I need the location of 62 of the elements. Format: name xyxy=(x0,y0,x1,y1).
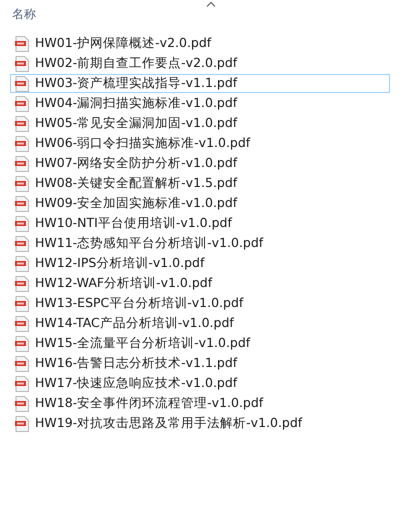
pdf-file-icon xyxy=(15,416,29,432)
file-row[interactable]: HW01-护网保障概述-v2.0.pdf xyxy=(10,34,390,53)
file-name: HW16-告警日志分析技术-v1.1.pdf xyxy=(35,355,238,372)
pdf-file-icon xyxy=(15,196,29,212)
file-name: HW04-漏洞扫描实施标准-v1.0.pdf xyxy=(35,95,238,112)
file-name: HW01-护网保障概述-v2.0.pdf xyxy=(35,35,212,52)
file-name: HW06-弱口令扫描实施标准-v1.0.pdf xyxy=(35,135,250,152)
file-name: HW03-资产梳理实战指导-v1.1.pdf xyxy=(35,75,238,92)
file-name: HW13-ESPC平台分析培训-v1.0.pdf xyxy=(35,295,244,312)
file-row[interactable]: HW16-告警日志分析技术-v1.1.pdf xyxy=(10,354,390,373)
file-name: HW17-快速应急响应技术-v1.0.pdf xyxy=(35,375,238,392)
pdf-file-icon xyxy=(15,376,29,392)
pdf-file-icon xyxy=(15,96,29,112)
file-row[interactable]: HW15-全流量平台分析培训-v1.0.pdf xyxy=(10,334,390,353)
pdf-file-icon xyxy=(15,216,29,232)
file-name: HW10-NTI平台使用培训-v1.0.pdf xyxy=(35,215,232,232)
pdf-file-icon xyxy=(15,56,29,72)
file-row[interactable]: HW06-弱口令扫描实施标准-v1.0.pdf xyxy=(10,134,390,153)
pdf-file-icon xyxy=(15,136,29,152)
file-name: HW09-安全加固实施标准-v1.0.pdf xyxy=(35,195,238,212)
file-name: HW02-前期自查工作要点-v2.0.pdf xyxy=(35,55,238,72)
pdf-file-icon xyxy=(15,256,29,272)
pdf-file-icon xyxy=(15,336,29,352)
file-row[interactable]: HW14-TAC产品分析培训-v1.0.pdf xyxy=(10,314,390,333)
file-row[interactable]: HW19-对抗攻击思路及常用手法解析-v1.0.pdf xyxy=(10,414,390,433)
pdf-file-icon xyxy=(15,296,29,312)
file-name: HW05-常见安全漏洞加固-v1.0.pdf xyxy=(35,115,238,132)
file-name: HW18-安全事件闭环流程管理-v1.0.pdf xyxy=(35,395,264,412)
file-row[interactable]: HW02-前期自查工作要点-v2.0.pdf xyxy=(10,54,390,73)
file-row[interactable]: HW09-安全加固实施标准-v1.0.pdf xyxy=(10,194,390,213)
pdf-file-icon xyxy=(15,276,29,292)
file-name: HW12-WAF分析培训-v1.0.pdf xyxy=(35,275,212,292)
file-row[interactable]: HW11-态势感知平台分析培训-v1.0.pdf xyxy=(10,234,390,253)
file-row[interactable]: HW17-快速应急响应技术-v1.0.pdf xyxy=(10,374,390,393)
file-name: HW19-对抗攻击思路及常用手法解析-v1.0.pdf xyxy=(35,415,302,432)
pdf-file-icon xyxy=(15,176,29,192)
pdf-file-icon xyxy=(15,356,29,372)
file-row[interactable]: HW03-资产梳理实战指导-v1.1.pdf xyxy=(10,74,390,93)
file-row[interactable]: HW13-ESPC平台分析培训-v1.0.pdf xyxy=(10,294,390,313)
pdf-file-icon xyxy=(15,156,29,172)
pdf-file-icon xyxy=(15,396,29,412)
file-row[interactable]: HW10-NTI平台使用培训-v1.0.pdf xyxy=(10,214,390,233)
file-row[interactable]: HW04-漏洞扫描实施标准-v1.0.pdf xyxy=(10,94,390,113)
file-name: HW07-网络安全防护分析-v1.0.pdf xyxy=(35,155,238,172)
sort-caret-icon[interactable] xyxy=(206,1,216,7)
file-row[interactable]: HW12-WAF分析培训-v1.0.pdf xyxy=(10,274,390,293)
file-name: HW11-态势感知平台分析培训-v1.0.pdf xyxy=(35,235,264,252)
file-name: HW15-全流量平台分析培训-v1.0.pdf xyxy=(35,335,250,352)
file-row[interactable]: HW07-网络安全防护分析-v1.0.pdf xyxy=(10,154,390,173)
pdf-file-icon xyxy=(15,236,29,252)
pdf-file-icon xyxy=(15,116,29,132)
file-row[interactable]: HW08-关键安全配置解析-v1.5.pdf xyxy=(10,174,390,193)
pdf-file-icon xyxy=(15,36,29,52)
file-name: HW12-IPS分析培训-v1.0.pdf xyxy=(35,255,204,272)
pdf-file-icon xyxy=(15,76,29,92)
name-column-header[interactable]: 名称 xyxy=(12,6,36,23)
file-row[interactable]: HW18-安全事件闭环流程管理-v1.0.pdf xyxy=(10,394,390,413)
file-name: HW14-TAC产品分析培训-v1.0.pdf xyxy=(35,315,234,332)
file-row[interactable]: HW05-常见安全漏洞加固-v1.0.pdf xyxy=(10,114,390,133)
pdf-file-icon xyxy=(15,316,29,332)
file-row[interactable]: HW12-IPS分析培训-v1.0.pdf xyxy=(10,254,390,273)
file-name: HW08-关键安全配置解析-v1.5.pdf xyxy=(35,175,238,192)
